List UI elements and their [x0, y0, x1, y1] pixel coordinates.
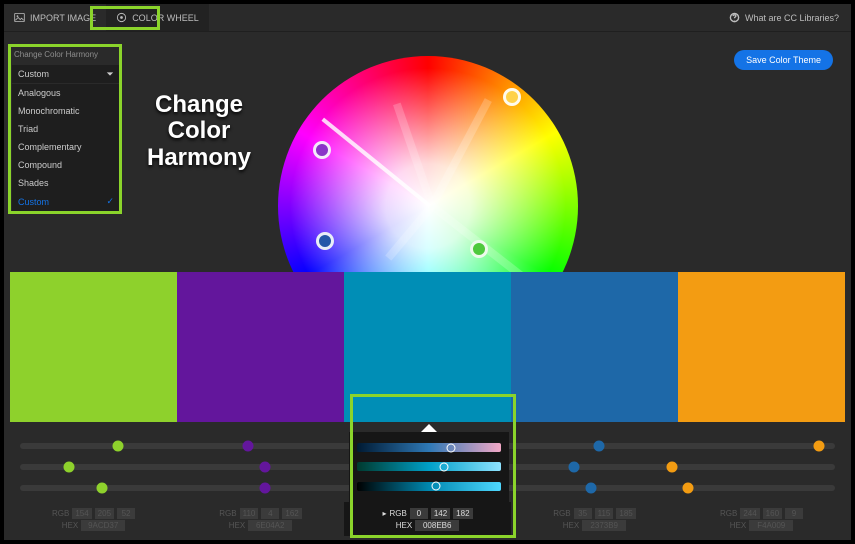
save-color-theme-button[interactable]: Save Color Theme — [734, 50, 833, 70]
harmony-option-custom[interactable]: Custom — [12, 192, 120, 211]
help-label: What are CC Libraries? — [745, 13, 839, 23]
slider-handle[interactable] — [96, 482, 107, 493]
slider-handle[interactable] — [667, 461, 678, 472]
value-cell-1: RGB1104162HEX6E04A2 — [177, 502, 344, 536]
chevron-down-icon — [106, 70, 114, 78]
slider-handle[interactable] — [259, 461, 270, 472]
wheel-marker[interactable] — [316, 232, 334, 250]
value-cell-3: RGB35115185HEX2373B9 — [511, 502, 678, 536]
help-link[interactable]: What are CC Libraries? — [717, 4, 851, 31]
tab-import-image[interactable]: IMPORT IMAGE — [4, 4, 106, 31]
swatch-1[interactable] — [177, 272, 344, 422]
harmony-option-shades[interactable]: Shades — [12, 174, 120, 192]
slider-handle[interactable] — [112, 441, 123, 452]
harmony-select-value: Custom — [18, 69, 49, 79]
slider-handle[interactable] — [243, 441, 254, 452]
harmony-panel-title: Change Color Harmony — [12, 50, 120, 65]
swatch-4[interactable] — [678, 272, 845, 422]
harmony-option-monochromatic[interactable]: Monochromatic — [12, 102, 120, 120]
slider-handle[interactable] — [446, 443, 455, 452]
harmony-option-complementary[interactable]: Complementary — [12, 138, 120, 156]
tab-import-label: IMPORT IMAGE — [30, 13, 96, 23]
image-icon — [14, 12, 25, 23]
slider-handle[interactable] — [569, 461, 580, 472]
annotation-change-color-harmony: Change Color Harmony — [134, 92, 264, 171]
swatch-2[interactable] — [344, 272, 511, 422]
swatch-row — [10, 272, 845, 422]
base-color-sliders — [349, 432, 509, 502]
wheel-marker[interactable] — [313, 141, 331, 159]
harmony-option-triad[interactable]: Triad — [12, 120, 120, 138]
tab-color-wheel-label: COLOR WHEEL — [132, 13, 199, 23]
harmony-option-compound[interactable]: Compound — [12, 156, 120, 174]
swatch-3[interactable] — [511, 272, 678, 422]
slider-handle[interactable] — [432, 482, 441, 491]
base-color-indicator-icon — [421, 424, 437, 432]
value-cell-0: RGB15420552HEX9ACD37 — [10, 502, 177, 536]
base-gradient-slider[interactable] — [357, 462, 501, 471]
help-icon — [729, 12, 740, 23]
slider-handle[interactable] — [585, 482, 596, 493]
color-wheel-icon — [116, 12, 127, 23]
base-gradient-slider[interactable] — [357, 443, 501, 452]
value-cell-2: ▸ RGB0142182HEX008EB6 — [344, 502, 511, 536]
slider-handle[interactable] — [439, 462, 448, 471]
harmony-options: AnalogousMonochromaticTriadComplementary… — [12, 84, 120, 211]
value-cell-4: RGB2441609HEXF4A009 — [678, 502, 845, 536]
wheel-marker[interactable] — [470, 240, 488, 258]
value-row: RGB15420552HEX9ACD37RGB1104162HEX6E04A2▸… — [10, 502, 845, 536]
slider-area — [10, 432, 845, 502]
harmony-select[interactable]: Custom — [12, 65, 120, 83]
harmony-option-analogous[interactable]: Analogous — [12, 84, 120, 102]
slider-handle[interactable] — [593, 441, 604, 452]
swatch-0[interactable] — [10, 272, 177, 422]
harmony-panel: Change Color Harmony Custom AnalogousMon… — [12, 50, 120, 211]
slider-handle[interactable] — [63, 461, 74, 472]
tab-color-wheel[interactable]: COLOR WHEEL — [106, 4, 209, 31]
wheel-marker[interactable] — [503, 88, 521, 106]
slider-handle[interactable] — [813, 441, 824, 452]
slider-handle[interactable] — [259, 482, 270, 493]
base-gradient-slider[interactable] — [357, 482, 501, 491]
slider-handle[interactable] — [683, 482, 694, 493]
